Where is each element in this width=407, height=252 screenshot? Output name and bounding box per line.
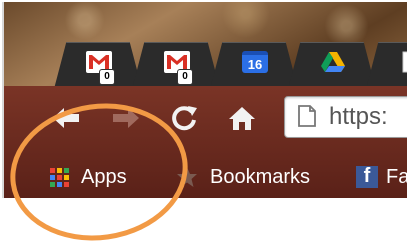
facebook-label: Fa xyxy=(386,165,407,188)
address-text: https: xyxy=(329,103,388,130)
address-bar[interactable]: https: xyxy=(284,96,407,138)
unread-badge: 0 xyxy=(177,69,193,85)
drive-icon xyxy=(320,51,346,73)
tab-new[interactable] xyxy=(366,42,407,89)
reload-icon xyxy=(172,106,197,131)
tab-strip: 0 0 16 xyxy=(4,42,407,89)
tab-gmail-2[interactable]: 0 xyxy=(132,42,220,89)
bookmarks-folder[interactable]: Bookmarks xyxy=(176,164,310,190)
page-icon xyxy=(398,51,407,73)
home-icon xyxy=(229,107,255,130)
tab-drive[interactable] xyxy=(288,42,376,89)
page-icon xyxy=(298,105,316,127)
home-button[interactable] xyxy=(226,102,258,134)
unread-badge: 0 xyxy=(99,69,115,85)
tab-gmail-1[interactable]: 0 xyxy=(54,42,142,89)
bookmarks-label: Bookmarks xyxy=(210,165,311,188)
tab-calendar[interactable]: 16 xyxy=(210,42,298,89)
calendar-icon: 16 xyxy=(242,51,268,73)
facebook-icon: f xyxy=(356,165,378,188)
facebook-bookmark[interactable]: f Fa xyxy=(356,164,407,190)
